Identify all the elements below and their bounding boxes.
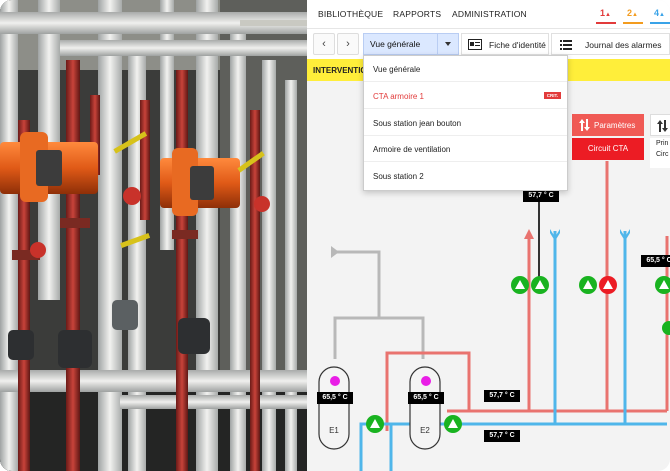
secondary-text-1: Prin — [656, 140, 669, 147]
dropdown-option-label: Sous station jean bouton — [373, 119, 462, 128]
dropdown-option-label: Vue générale — [373, 65, 421, 74]
tank-label-e1: E1 — [329, 426, 339, 435]
critical-badge: CRIT. — [543, 92, 561, 99]
pump-icon[interactable] — [531, 276, 549, 294]
hot-arrow-icon — [524, 229, 534, 239]
tank-e2[interactable]: E2 — [409, 366, 441, 450]
pump-icon[interactable] — [662, 321, 670, 335]
pump-icon[interactable] — [655, 276, 670, 294]
alarm-counter-warning[interactable]: 2▲ — [623, 8, 643, 24]
gray-pipe — [331, 250, 381, 359]
dropdown-option[interactable]: Sous station 2 — [364, 163, 567, 189]
boiler-room-photo — [0, 0, 307, 471]
tank-label-e2: E2 — [420, 426, 430, 435]
view-select-value: Vue générale — [370, 39, 421, 49]
circuit-cta-button[interactable]: Circuit CTA — [572, 138, 644, 160]
view-select[interactable]: Vue générale — [363, 33, 459, 55]
id-card-icon — [468, 39, 482, 50]
boiler-room-illustration — [0, 0, 307, 471]
dropdown-option[interactable]: Armoire de ventilation — [364, 136, 567, 162]
pump-icon[interactable] — [366, 415, 384, 433]
dropdown-option-label: Sous station 2 — [373, 172, 424, 181]
tank-e1[interactable]: E1 — [318, 366, 350, 450]
temperature-label: 57,7 ° C — [484, 430, 520, 442]
top-nav: BIBLIOTHÈQUE RAPPORTS ADMINISTRATION 1▲ … — [307, 0, 670, 28]
temperature-label: 57,7 ° C — [523, 190, 559, 202]
temperature-label: 65,5 ° C — [408, 392, 444, 404]
bell-icon: ▲ — [632, 12, 638, 18]
dropdown-option[interactable]: Sous station jean bouton — [364, 110, 567, 136]
pump-icon[interactable] — [511, 276, 529, 294]
alarm-underline — [650, 22, 670, 24]
bell-icon: ▲ — [605, 12, 611, 18]
secondary-text-2: Circ — [656, 151, 669, 158]
params-button-secondary[interactable] — [650, 114, 670, 136]
temperature-label: 65,5 ° C — [317, 392, 353, 404]
dropdown-option-label: Armoire de ventilation — [373, 145, 451, 154]
chevron-down-icon[interactable] — [437, 34, 458, 54]
temperature-label: 65,5 ° C — [641, 255, 670, 267]
params-button[interactable]: Paramètres — [572, 114, 644, 136]
nav-item-rapports[interactable]: RAPPORTS — [393, 9, 441, 19]
secondary-circuit-label[interactable]: Prin Circ — [650, 138, 670, 168]
alarm-counter-info[interactable]: 4▲ — [650, 8, 670, 24]
bell-icon: ▲ — [659, 12, 665, 18]
gray-arrow-icon — [331, 246, 339, 258]
alarm-journal-label: Journal des alarmes — [585, 40, 662, 50]
alarm-underline — [623, 22, 643, 24]
sort-arrows-icon — [579, 119, 590, 131]
pump-icon[interactable] — [579, 276, 597, 294]
identity-card-button[interactable]: Fiche d'identité — [461, 33, 549, 55]
list-icon — [560, 40, 572, 50]
view-dropdown-menu: Vue générale CTA armoire 1 CRIT. Sous st… — [363, 55, 568, 191]
supervision-app: BIBLIOTHÈQUE RAPPORTS ADMINISTRATION 1▲ … — [307, 0, 670, 471]
identity-card-label: Fiche d'identité — [489, 40, 546, 50]
dropdown-option[interactable]: Vue générale — [364, 56, 567, 82]
nav-item-bibliotheque[interactable]: BIBLIOTHÈQUE — [318, 9, 383, 19]
temperature-label: 57,7 ° C — [484, 390, 520, 402]
alarm-counter-critical[interactable]: 1▲ — [596, 8, 616, 24]
dropdown-option-active[interactable]: CTA armoire 1 CRIT. — [364, 83, 567, 109]
banner-text: INTERVENTIC — [313, 66, 367, 75]
nav-item-administration[interactable]: ADMINISTRATION — [452, 9, 527, 19]
alarm-journal-button[interactable]: Journal des alarmes — [551, 33, 670, 55]
pump-alarm-icon[interactable] — [599, 276, 617, 294]
pump-icon[interactable] — [444, 415, 462, 433]
dropdown-option-label: CTA armoire 1 — [373, 92, 424, 101]
back-button[interactable]: ‹ — [313, 33, 335, 55]
forward-button[interactable]: › — [337, 33, 359, 55]
params-label: Paramètres — [594, 121, 636, 130]
alarm-underline — [596, 22, 616, 24]
sort-arrows-icon — [657, 120, 668, 132]
screenshot: BIBLIOTHÈQUE RAPPORTS ADMINISTRATION 1▲ … — [0, 0, 670, 471]
